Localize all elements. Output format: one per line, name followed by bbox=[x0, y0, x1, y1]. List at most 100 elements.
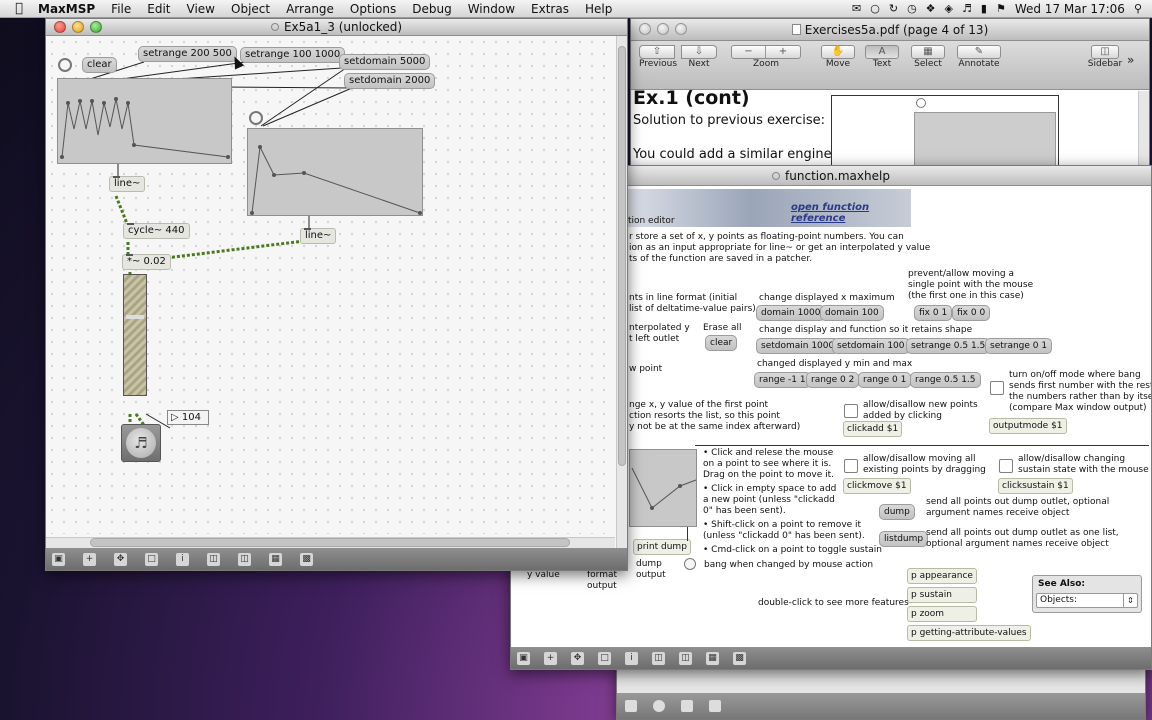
gain-slider[interactable] bbox=[123, 274, 147, 396]
select-tool[interactable]: ▦ Select bbox=[911, 45, 945, 69]
clock[interactable]: Wed 17 Mar 17:06 bbox=[1015, 2, 1125, 16]
bluetooth-icon[interactable]: ❖ bbox=[926, 2, 936, 15]
skype-icon[interactable]: ○ bbox=[870, 2, 880, 15]
info-icon[interactable] bbox=[681, 700, 693, 712]
ezdac-speaker[interactable]: ♬ bbox=[121, 424, 161, 462]
range-0-2-message[interactable]: range 0 2 bbox=[806, 372, 860, 388]
objects-select[interactable]: Objects: ⇕ bbox=[1036, 593, 1138, 608]
menu-edit[interactable]: Edit bbox=[139, 2, 178, 16]
back-icon[interactable] bbox=[709, 700, 721, 712]
apple-icon[interactable]:  bbox=[8, 1, 30, 16]
sidebar-button[interactable]: ◫ Sidebar bbox=[1087, 45, 1123, 69]
add-object-icon[interactable]: + bbox=[544, 651, 557, 665]
timemachine-icon[interactable]: ◷ bbox=[907, 2, 917, 15]
sync-icon[interactable]: ↻ bbox=[889, 2, 898, 15]
annotate-tool[interactable]: ✎ Annotate bbox=[957, 45, 1001, 69]
minimize-button[interactable] bbox=[72, 21, 84, 33]
p-appearance[interactable]: p appearance bbox=[907, 568, 977, 584]
setrange-200-500-message[interactable]: setrange 200 500 bbox=[138, 46, 237, 62]
menu-window[interactable]: Window bbox=[460, 2, 523, 16]
line-tilde-2[interactable]: line~ bbox=[300, 228, 337, 244]
grid-icon[interactable]: ▦ bbox=[269, 552, 282, 566]
volume-icon[interactable]: ♬ bbox=[962, 2, 972, 15]
close-button[interactable] bbox=[639, 23, 651, 35]
multiply-tilde-002[interactable]: *~ 0.02 bbox=[122, 254, 171, 270]
zoom-button[interactable] bbox=[675, 23, 687, 35]
help-setdomain-100[interactable]: setdomain 100 bbox=[832, 338, 910, 354]
zoom-button[interactable] bbox=[90, 21, 102, 33]
range-05-15-message[interactable]: range 0.5 1.5 bbox=[910, 372, 981, 388]
menu-arrange[interactable]: Arrange bbox=[278, 2, 342, 16]
dump-message[interactable]: dump bbox=[879, 504, 915, 520]
snap-icon[interactable]: ▩ bbox=[300, 552, 313, 566]
outputmode-toggle[interactable] bbox=[990, 381, 1004, 395]
patcher-titlebar[interactable]: Ex5a1_3 (unlocked) bbox=[46, 19, 627, 36]
copy-icon[interactable]: ◫ bbox=[652, 651, 665, 665]
setdomain-2000-message[interactable]: setdomain 2000 bbox=[344, 73, 436, 89]
patcher-hscroll-thumb[interactable] bbox=[90, 538, 570, 547]
range-neg1-1-message[interactable]: range -1 1 bbox=[754, 372, 811, 388]
grid-icon[interactable]: ▦ bbox=[706, 651, 719, 665]
p-sustain[interactable]: p sustain bbox=[907, 587, 977, 603]
print-dump-object[interactable]: print dump bbox=[633, 539, 691, 555]
line-tilde-1[interactable]: line~ bbox=[109, 176, 146, 192]
domain-1000-message[interactable]: domain 1000 bbox=[756, 305, 826, 321]
clear-icon[interactable] bbox=[625, 700, 637, 712]
cycle-tilde-440[interactable]: cycle~ 440 bbox=[123, 223, 190, 239]
move-tool[interactable]: ✋ Move bbox=[821, 45, 855, 69]
fix-00-message[interactable]: fix 0 0 bbox=[952, 305, 991, 321]
range-0-1-message[interactable]: range 0 1 bbox=[858, 372, 912, 388]
close-button[interactable] bbox=[54, 21, 66, 33]
presentation-icon[interactable]: □ bbox=[145, 552, 158, 566]
bang-button-2[interactable] bbox=[249, 111, 263, 125]
clicksustain-toggle[interactable] bbox=[999, 459, 1013, 473]
info-icon[interactable]: i bbox=[176, 552, 189, 566]
menu-debug[interactable]: Debug bbox=[404, 2, 459, 16]
add-object-icon[interactable]: + bbox=[83, 552, 96, 566]
mail-icon[interactable]: ✉ bbox=[852, 2, 861, 15]
patcher-vscroll-thumb[interactable] bbox=[618, 46, 626, 466]
function-editor-2[interactable] bbox=[247, 128, 423, 216]
paste-icon[interactable]: ◫ bbox=[238, 552, 251, 566]
domain-100-message[interactable]: domain 100 bbox=[820, 305, 884, 321]
help-clear-message[interactable]: clear bbox=[705, 335, 738, 351]
clickadd-toggle[interactable] bbox=[844, 404, 858, 418]
move-icon[interactable]: ✥ bbox=[114, 552, 127, 566]
zoom-in-icon[interactable]: + bbox=[766, 46, 800, 58]
function-editor-1[interactable] bbox=[57, 78, 232, 164]
menu-help[interactable]: Help bbox=[577, 2, 620, 16]
open-reference-link[interactable]: open function reference bbox=[791, 202, 911, 224]
menu-object[interactable]: Object bbox=[223, 2, 278, 16]
help-setrange-05-15[interactable]: setrange 0.5 1.5 bbox=[906, 338, 991, 354]
help-function-editor[interactable] bbox=[629, 449, 697, 527]
paste-icon[interactable]: ◫ bbox=[679, 651, 692, 665]
text-tool[interactable]: A Text bbox=[865, 45, 899, 69]
pdf-titlebar[interactable]: Exercises5a.pdf (page 4 of 13) bbox=[631, 19, 1149, 41]
wifi-icon[interactable]: ◈ bbox=[945, 2, 953, 15]
next-button[interactable]: ⇩ Next bbox=[681, 45, 717, 69]
patcher-canvas[interactable]: clear setrange 200 500 setrange 100 1000… bbox=[46, 36, 615, 534]
copy-icon[interactable]: ◫ bbox=[207, 552, 220, 566]
number-box[interactable]: ▷ 104 bbox=[167, 410, 209, 425]
lock-icon[interactable]: ▣ bbox=[517, 651, 530, 665]
clear-message[interactable]: clear bbox=[82, 57, 117, 73]
p-getting-attribute-values[interactable]: p getting-attribute-values bbox=[907, 625, 1031, 641]
setdomain-5000-message[interactable]: setdomain 5000 bbox=[339, 54, 431, 70]
setrange-100-1000-message[interactable]: setrange 100 1000 bbox=[240, 47, 346, 63]
zoom-out-icon[interactable]: − bbox=[732, 46, 766, 58]
listdump-message[interactable]: listdump bbox=[879, 531, 929, 547]
clock-icon[interactable] bbox=[653, 700, 665, 712]
info-icon[interactable]: i bbox=[625, 651, 638, 665]
clickadd-message[interactable]: clickadd $1 bbox=[843, 421, 903, 437]
bang-button-1[interactable] bbox=[58, 58, 72, 72]
lock-icon[interactable]: ▣ bbox=[52, 552, 65, 566]
zoom-control[interactable]: − + Zoom bbox=[731, 45, 801, 69]
outputmode-message[interactable]: outputmode $1 bbox=[989, 418, 1067, 434]
toolbar-overflow-icon[interactable]: » bbox=[1127, 53, 1134, 67]
previous-button[interactable]: ⇧ Previous bbox=[639, 45, 677, 69]
move-icon[interactable]: ✥ bbox=[571, 651, 584, 665]
help-setrange-0-1[interactable]: setrange 0 1 bbox=[985, 338, 1053, 354]
clicksustain-message[interactable]: clicksustain $1 bbox=[998, 478, 1073, 494]
fix-01-message[interactable]: fix 0 1 bbox=[914, 305, 953, 321]
help-setdomain-1000[interactable]: setdomain 1000 bbox=[756, 338, 840, 354]
